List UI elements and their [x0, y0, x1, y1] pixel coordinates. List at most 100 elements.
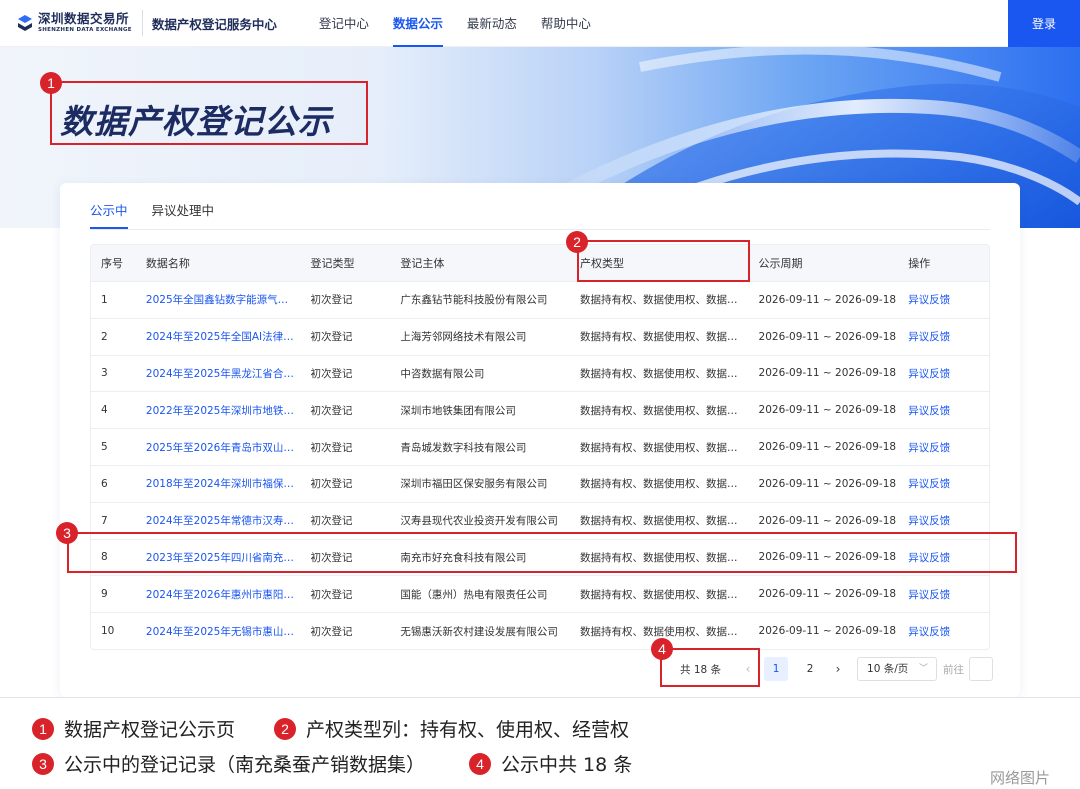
column-header-action: 操作 — [908, 257, 931, 270]
pagination-total: 共 18 条 — [680, 663, 722, 676]
cell-data-name-link[interactable]: 2024年至2025年黑龙江省合… — [136, 366, 301, 381]
table-row: 9 2024年至2026年惠州市惠阳… 初次登记 国能（惠州）热电有限责任公司 … — [91, 575, 989, 612]
annotation-marker-2: 2 — [566, 231, 588, 253]
objection-feedback-link[interactable]: 异议反馈 — [898, 513, 989, 528]
cell-registrant: 广东鑫钻节能科技股份有限公司 — [400, 294, 548, 307]
cell-data-name-link[interactable]: 2023年至2025年四川省南充… — [136, 550, 301, 565]
goto-page-input[interactable] — [969, 657, 994, 681]
tabs-divider — [90, 229, 990, 230]
legend-item-3: 3 公示中的登记记录（南充桑蚕产销数据集） — [32, 750, 425, 777]
page-button-2[interactable]: 2 — [798, 657, 822, 681]
annotation-marker-3: 3 — [56, 522, 78, 544]
cell-registration-type: 初次登记 — [310, 331, 353, 344]
table-row: 6 2018年至2024年深圳市福保… 初次登记 深圳市福田区保安服务有限公司 … — [91, 464, 989, 502]
cell-data-name-link[interactable]: 2022年至2025年深圳市地铁… — [136, 403, 301, 418]
page-button-1[interactable]: 1 — [764, 657, 789, 681]
table-row: 7 2024年至2025年常德市汉寿… 初次登记 汉寿县现代农业投资开发有限公司… — [91, 501, 989, 539]
cell-registration-type: 初次登记 — [310, 294, 353, 307]
cell-registration-type: 初次登记 — [310, 404, 353, 417]
cell-index: 7 — [101, 514, 108, 527]
cell-property-type: 数据持有权、数据使用权、数据… — [579, 551, 738, 564]
cell-property-type: 数据持有权、数据使用权、数据… — [579, 331, 738, 344]
cell-data-name-link[interactable]: 2024年至2025年全国AI法律… — [136, 329, 301, 344]
main-nav: 登记中心 数据公示 最新动态 帮助中心 — [307, 0, 603, 47]
objection-feedback-link[interactable]: 异议反馈 — [898, 440, 989, 455]
service-center-name: 数据产权登记服务中心 — [151, 16, 277, 32]
site-logo[interactable]: 深圳数据交易所 SHENZHEN DATA EXCHANGE — [16, 12, 132, 33]
objection-feedback-link[interactable]: 异议反馈 — [898, 403, 989, 418]
column-header-registration-type: 登记类型 — [310, 257, 355, 270]
objection-feedback-link[interactable]: 异议反馈 — [898, 292, 989, 307]
cell-publicity-period: 2026-09-11 ~ 2026-09-18 — [758, 367, 897, 380]
cell-index: 10 — [101, 625, 115, 638]
tab-objection-processing[interactable]: 异议处理中 — [152, 201, 215, 229]
cell-data-name-link[interactable]: 2024年至2026年惠州市惠阳… — [136, 587, 301, 602]
cell-data-name-link[interactable]: 2025年至2026年青岛市双山… — [136, 440, 301, 455]
page-size-value: 10 条/页 — [867, 663, 909, 675]
objection-feedback-link[interactable]: 异议反馈 — [898, 366, 989, 381]
annotation-marker-1: 1 — [40, 72, 62, 94]
cell-index: 8 — [101, 551, 108, 564]
cell-index: 1 — [101, 293, 108, 306]
publicity-card: 公示中 异议处理中 序号 数据名称 登记类型 登记主体 产权类型 公示周期 操作… — [60, 183, 1020, 697]
cell-registrant: 深圳市地铁集团有限公司 — [400, 404, 516, 417]
objection-feedback-link[interactable]: 异议反馈 — [898, 329, 989, 344]
table-header: 序号 数据名称 登记类型 登记主体 产权类型 公示周期 操作 — [91, 245, 989, 281]
legend-marker-1: 1 — [32, 717, 54, 740]
column-header-index: 序号 — [101, 257, 123, 270]
top-header: 深圳数据交易所 SHENZHEN DATA EXCHANGE 数据产权登记服务中… — [0, 0, 1080, 47]
column-header-data-name: 数据名称 — [145, 257, 190, 270]
cell-registration-type: 初次登记 — [310, 441, 353, 454]
legend-marker-3: 3 — [32, 752, 54, 775]
nav-data-publicity[interactable]: 数据公示 — [381, 0, 455, 47]
table-row: 10 2024年至2025年无锡市惠山… 初次登记 无锡惠沃新农村建设发展有限公… — [91, 612, 989, 649]
cell-registrant: 青岛城发数字科技有限公司 — [400, 441, 527, 454]
login-button[interactable]: 登录 — [1008, 0, 1080, 47]
cell-property-type: 数据持有权、数据使用权、数据… — [579, 515, 738, 528]
cell-registrant: 国能（惠州）热电有限责任公司 — [400, 588, 548, 601]
cell-registration-type: 初次登记 — [310, 551, 353, 564]
cell-registrant: 上海芳邻网络技术有限公司 — [400, 331, 527, 344]
cell-registration-type: 初次登记 — [310, 625, 353, 638]
objection-feedback-link[interactable]: 异议反馈 — [898, 624, 989, 639]
cell-property-type: 数据持有权、数据使用权、数据… — [579, 478, 738, 491]
legend-text-4: 公示中共 18 条 — [501, 754, 633, 776]
nav-registration-center[interactable]: 登记中心 — [307, 0, 381, 47]
table-row: 3 2024年至2025年黑龙江省合… 初次登记 中咨数据有限公司 数据持有权、… — [91, 354, 989, 392]
objection-feedback-link[interactable]: 异议反馈 — [898, 550, 989, 565]
cell-publicity-period: 2026-09-11 ~ 2026-09-18 — [758, 293, 897, 306]
nav-latest-news[interactable]: 最新动态 — [455, 0, 529, 47]
cell-index: 2 — [101, 330, 108, 343]
cell-index: 3 — [101, 367, 108, 380]
pagination: 共 18 条 ‹ 1 2 › 10 条/页 ﹀ 前往 — [680, 657, 994, 681]
cell-data-name-link[interactable]: 2024年至2025年无锡市惠山… — [136, 624, 301, 639]
next-page-icon[interactable]: › — [827, 662, 849, 676]
prev-page-icon[interactable]: ‹ — [737, 662, 759, 676]
cell-publicity-period: 2026-09-11 ~ 2026-09-18 — [758, 441, 897, 454]
legend-item-2: 2 产权类型列：持有权、使用权、经营权 — [274, 715, 629, 742]
tab-in-publicity[interactable]: 公示中 — [90, 201, 128, 229]
cell-registrant: 无锡惠沃新农村建设发展有限公司 — [400, 625, 558, 638]
cell-publicity-period: 2026-09-11 ~ 2026-09-18 — [758, 588, 897, 601]
legend-text-3: 公示中的登记记录（南充桑蚕产销数据集） — [64, 754, 426, 776]
table-row: 1 2025年全国鑫钻数字能源气… 初次登记 广东鑫钻节能科技股份有限公司 数据… — [91, 281, 989, 318]
cell-registration-type: 初次登记 — [310, 367, 353, 380]
column-header-publicity-period: 公示周期 — [758, 257, 803, 270]
nav-help-center[interactable]: 帮助中心 — [529, 0, 603, 47]
objection-feedback-link[interactable]: 异议反馈 — [898, 476, 989, 491]
goto-label: 前往 — [943, 663, 965, 676]
cell-data-name-link[interactable]: 2024年至2025年常德市汉寿… — [136, 513, 301, 528]
table-row: 2 2024年至2025年全国AI法律… 初次登记 上海芳邻网络技术有限公司 数… — [91, 317, 989, 355]
column-header-property-type: 产权类型 — [579, 257, 624, 270]
cell-publicity-period: 2026-09-11 ~ 2026-09-18 — [758, 404, 897, 417]
cell-index: 5 — [101, 441, 108, 454]
cell-data-name-link[interactable]: 2018年至2024年深圳市福保… — [136, 476, 301, 491]
page-size-select[interactable]: 10 条/页 ﹀ — [857, 657, 938, 681]
cell-property-type: 数据持有权、数据使用权、数据… — [579, 294, 738, 307]
page-title: 数据产权登记公示 — [60, 102, 332, 141]
cell-registrant: 汉寿县现代农业投资开发有限公司 — [400, 515, 558, 528]
cell-property-type: 数据持有权、数据使用权、数据… — [579, 367, 738, 380]
cell-data-name-link[interactable]: 2025年全国鑫钻数字能源气… — [136, 292, 301, 307]
objection-feedback-link[interactable]: 异议反馈 — [898, 587, 989, 602]
watermark: 网络图片 — [989, 769, 1050, 787]
